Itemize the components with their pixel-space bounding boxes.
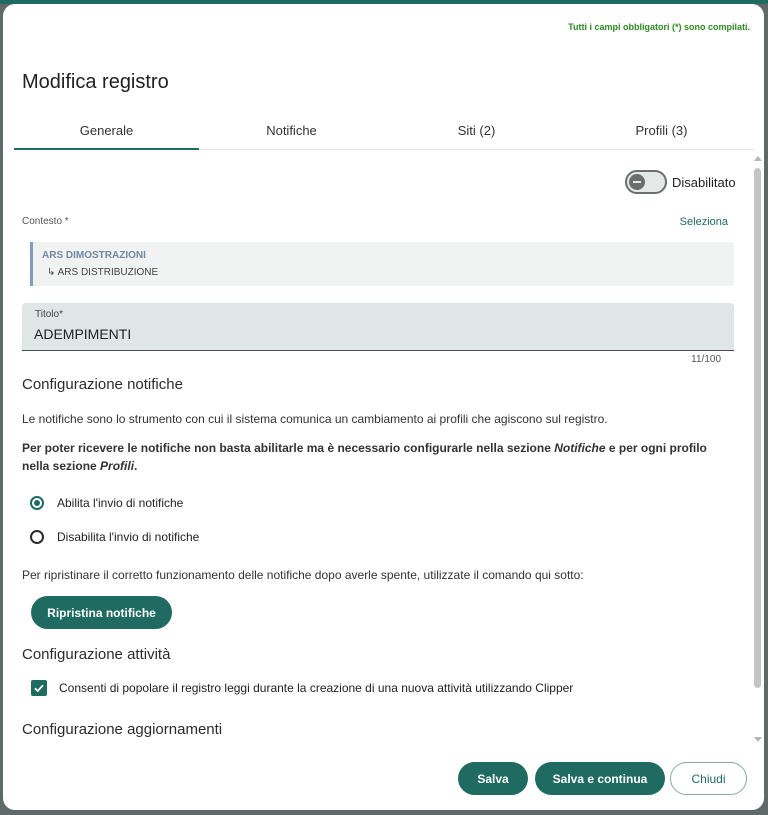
- tab-label: Siti (2): [457, 123, 496, 138]
- title-char-counter: 11/100: [691, 354, 721, 365]
- dialog-title: Modifica registro: [22, 71, 169, 93]
- close-button[interactable]: Chiudi: [670, 762, 747, 795]
- context-box: ARS DIMOSTRAZIONI ↳ ARS DISTRIBUZIONE: [30, 242, 734, 286]
- tab-generale[interactable]: Generale: [14, 112, 199, 150]
- tab-label: Profili (3): [635, 123, 688, 138]
- tab-label: Generale: [79, 123, 134, 138]
- tab-profili[interactable]: Profili (3): [569, 112, 754, 149]
- tab-label: Notifiche: [266, 123, 317, 138]
- dialog-content[interactable]: Disabilitato Contesto * Seleziona ARS DI…: [3, 150, 764, 745]
- radio-button-icon: [30, 496, 44, 510]
- status-toggle[interactable]: Disabilitato: [625, 170, 736, 194]
- updates-heading: Configurazione aggiornamenti: [22, 721, 223, 738]
- radio-disable-notifications[interactable]: Disabilita l'invio di notifiche: [30, 530, 199, 544]
- save-and-continue-button[interactable]: Salva e continua: [535, 762, 665, 795]
- clipper-checkbox[interactable]: Consenti di popolare il registro leggi d…: [31, 680, 573, 696]
- warning-emphasis: Profili: [100, 459, 135, 473]
- context-sub: ↳ ARS DISTRIBUZIONE: [47, 267, 159, 278]
- activities-heading: Configurazione attività: [22, 646, 171, 663]
- checkbox-label: Consenti di popolare il registro leggi d…: [59, 681, 574, 695]
- content-scrollbar[interactable]: [754, 156, 762, 742]
- radio-button-icon: [30, 530, 44, 544]
- required-fields-note: Tutti i campi obbligatori (*) sono compi…: [568, 22, 750, 32]
- tab-notifiche[interactable]: Notifiche: [199, 112, 384, 149]
- tab-siti[interactable]: Siti (2): [384, 112, 569, 149]
- radio-label: Disabilita l'invio di notifiche: [57, 530, 200, 544]
- notifications-warning: Per poter ricevere le notifiche non bast…: [22, 439, 732, 475]
- radio-label: Abilita l'invio di notifiche: [57, 496, 184, 510]
- reset-notifications-button[interactable]: Ripristina notifiche: [31, 596, 172, 629]
- warning-text: .: [134, 459, 138, 473]
- scroll-up-icon[interactable]: [754, 156, 762, 161]
- context-select-link[interactable]: Seleziona: [680, 216, 728, 228]
- title-field-label: Titolo*: [35, 309, 63, 320]
- dialog-footer: Salva Salva e continua Chiudi: [3, 756, 764, 802]
- title-field[interactable]: Titolo*: [22, 303, 734, 351]
- context-main: ARS DIMOSTRAZIONI: [42, 250, 146, 261]
- reset-hint: Per ripristinare il corretto funzionamen…: [22, 568, 584, 582]
- minus-icon: [629, 174, 645, 190]
- radio-enable-notifications[interactable]: Abilita l'invio di notifiche: [30, 496, 183, 510]
- warning-text: Per poter ricevere le notifiche non bast…: [22, 441, 555, 455]
- toggle-track: [625, 170, 667, 194]
- notifications-heading: Configurazione notifiche: [22, 376, 183, 393]
- warning-emphasis: Notifiche: [554, 441, 606, 455]
- notifications-description: Le notifiche sono lo strumento con cui i…: [22, 412, 608, 426]
- title-input[interactable]: [34, 323, 714, 345]
- edit-register-dialog: Tutti i campi obbligatori (*) sono compi…: [3, 4, 764, 810]
- tab-bar: Generale Notifiche Siti (2) Profili (3): [14, 112, 754, 150]
- scrollbar-thumb[interactable]: [754, 168, 761, 688]
- checkbox-checked-icon: [31, 680, 47, 696]
- scroll-down-icon[interactable]: [754, 737, 762, 742]
- toggle-label: Disabilitato: [672, 174, 736, 190]
- save-button[interactable]: Salva: [458, 762, 528, 795]
- context-label: Contesto *: [22, 216, 69, 227]
